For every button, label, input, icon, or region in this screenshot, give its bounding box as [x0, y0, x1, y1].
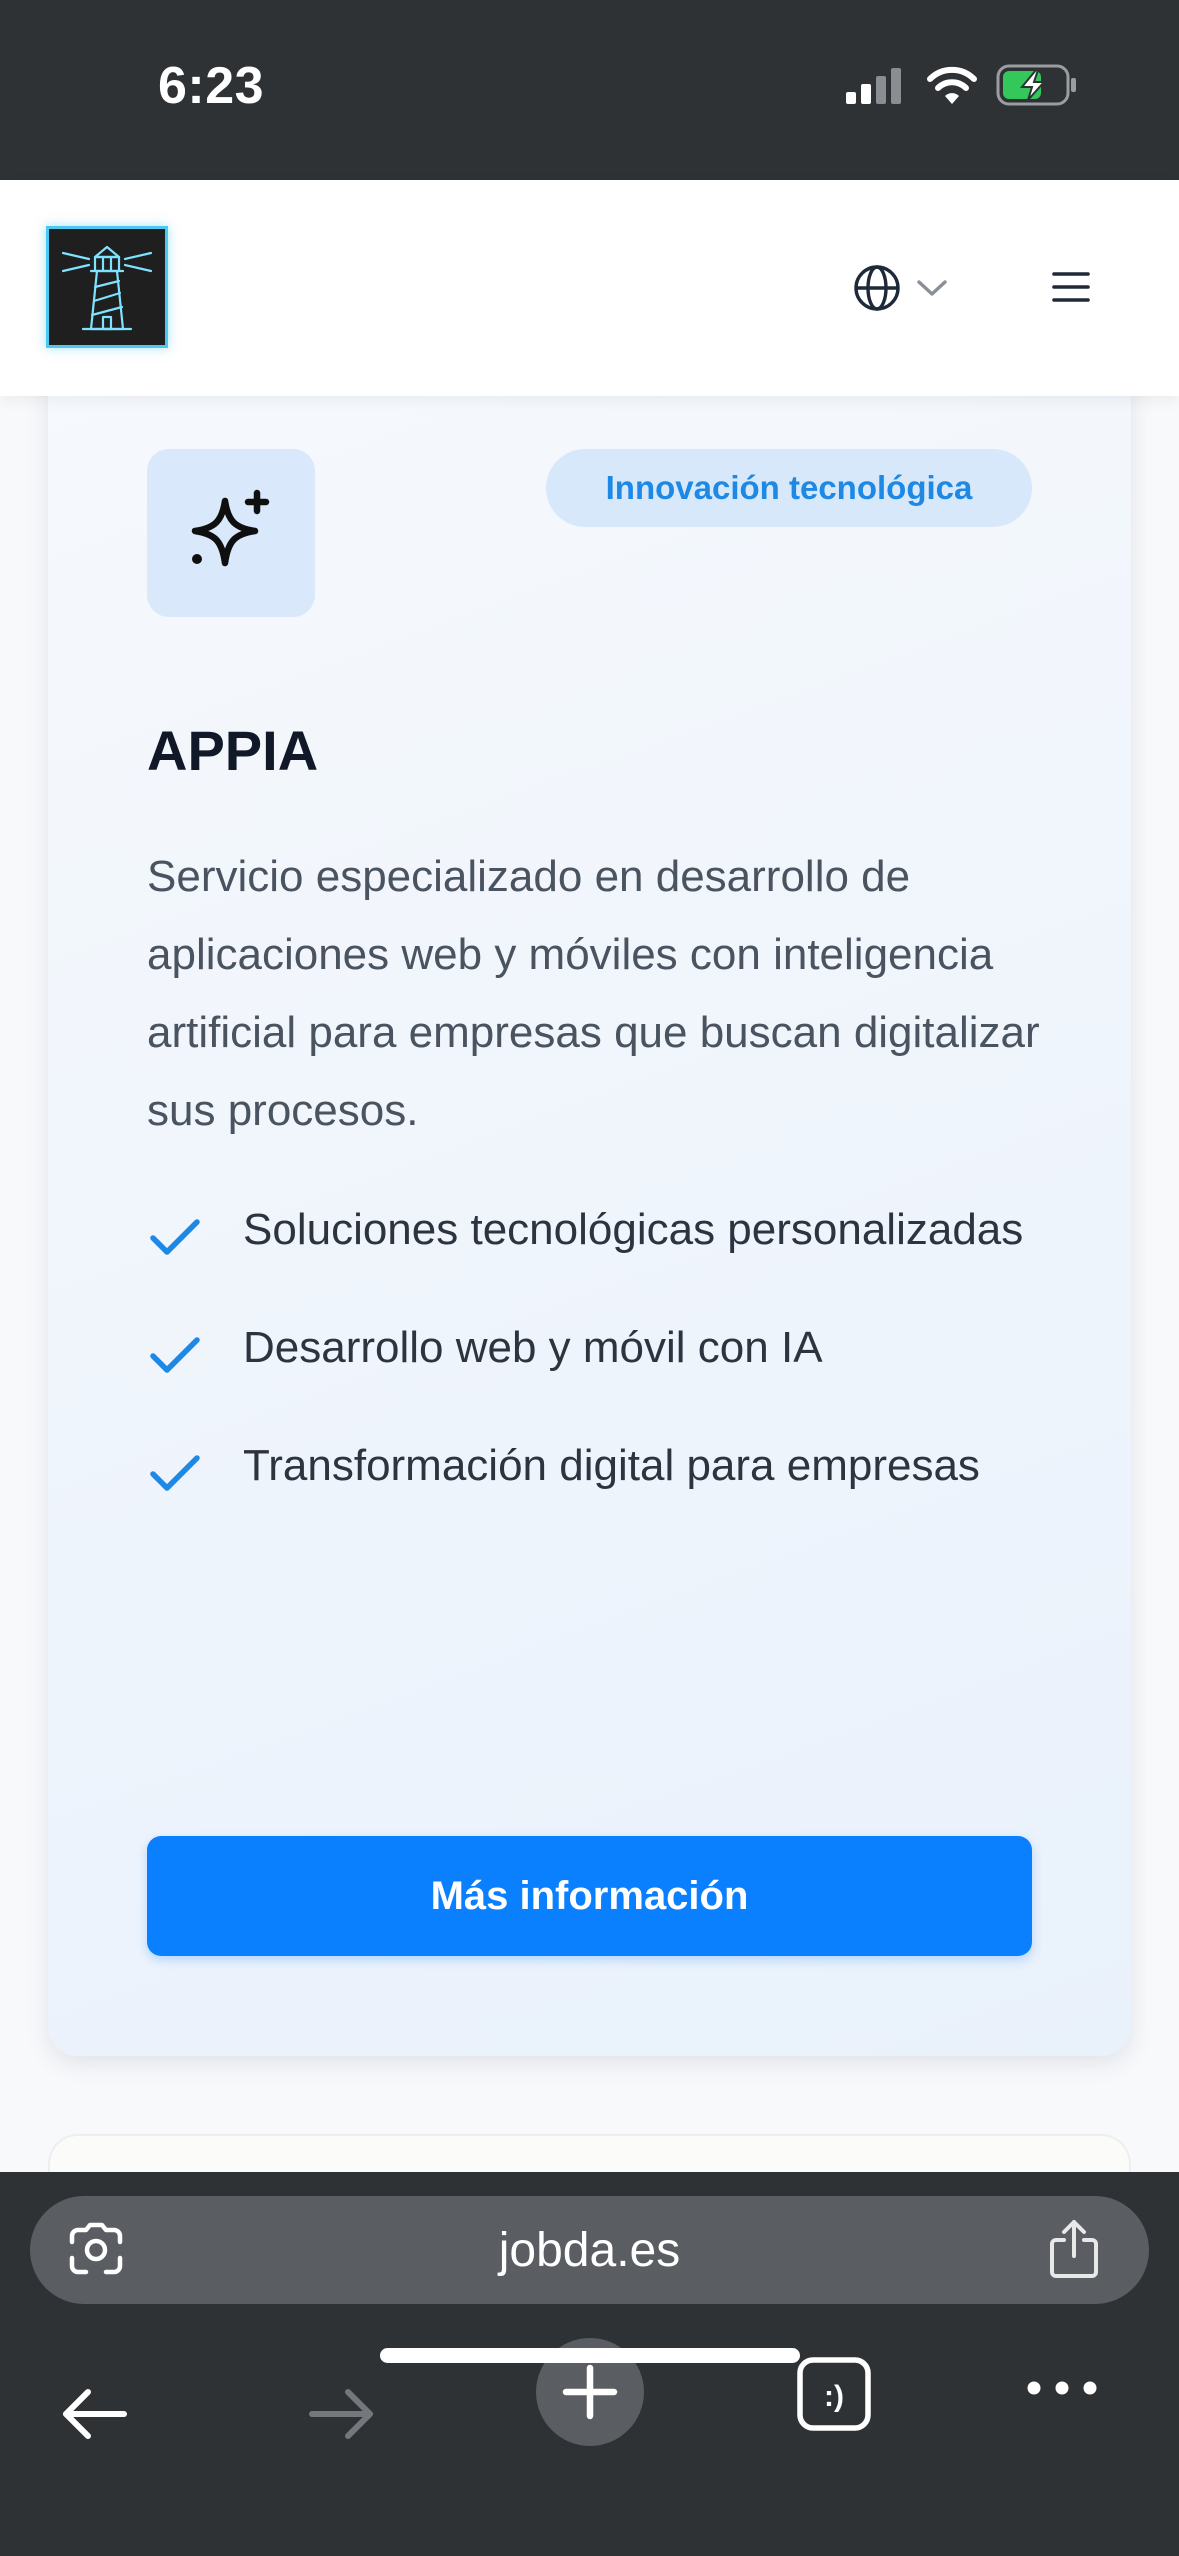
feature-list: Soluciones tecnológicas personalizadas D… [147, 1194, 1047, 1548]
feature-text: Soluciones tecnológicas personalizadas [243, 1205, 1024, 1254]
feature-text: Transformación digital para empresas [243, 1441, 980, 1490]
feature-item: Transformación digital para empresas [147, 1430, 1047, 1502]
forward-arrow-icon[interactable] [306, 2386, 378, 2442]
feature-text: Desarrollo web y móvil con IA [243, 1323, 823, 1372]
more-options-icon[interactable] [1024, 2376, 1100, 2400]
cellular-signal-icon [846, 68, 901, 104]
next-service-card [48, 2134, 1131, 2172]
checkmark-icon [150, 1219, 200, 1255]
back-arrow-icon[interactable] [58, 2386, 130, 2442]
lighthouse-icon [61, 245, 153, 331]
site-header [0, 180, 1179, 396]
battery-charging-icon [996, 64, 1076, 106]
status-bar: 6:23 [0, 0, 1179, 180]
tabs-icon: :) [797, 2357, 871, 2431]
wifi-icon [927, 66, 977, 104]
lighthouse-logo[interactable] [46, 226, 168, 348]
globe-icon [854, 265, 900, 311]
feature-item: Desarrollo web y móvil con IA [147, 1312, 1047, 1384]
card-description: Servicio especializado en desarrollo de … [147, 852, 1040, 1135]
browser-toolbar: jobda.es :) [0, 2172, 1179, 2556]
tabs-button[interactable]: :) [796, 2356, 872, 2437]
hamburger-menu-button[interactable] [1046, 262, 1096, 312]
feature-item: Soluciones tecnológicas personalizadas [147, 1194, 1047, 1266]
address-bar[interactable]: jobda.es [30, 2196, 1149, 2304]
hamburger-menu-icon [1052, 272, 1090, 302]
home-indicator[interactable] [380, 2348, 800, 2363]
card-title: APPIA [147, 719, 319, 782]
plus-icon [562, 2364, 618, 2420]
status-time: 6:23 [158, 57, 265, 115]
share-icon[interactable] [1046, 2218, 1102, 2280]
card-icon-box [147, 449, 315, 617]
category-badge: Innovación tecnológica [546, 449, 1032, 527]
tabs-label: :) [824, 2380, 844, 2413]
url-text: jobda.es [498, 2223, 681, 2277]
checkmark-icon [150, 1337, 200, 1373]
more-info-button[interactable]: Más información [147, 1836, 1032, 1956]
chevron-down-icon [917, 280, 947, 296]
page-content: Innovación tecnológica APPIA Servicio es… [0, 396, 1179, 2172]
language-selector[interactable] [852, 258, 962, 318]
sparkles-icon [191, 489, 270, 567]
service-card: Innovación tecnológica APPIA Servicio es… [48, 396, 1131, 2056]
checkmark-icon [150, 1455, 200, 1491]
